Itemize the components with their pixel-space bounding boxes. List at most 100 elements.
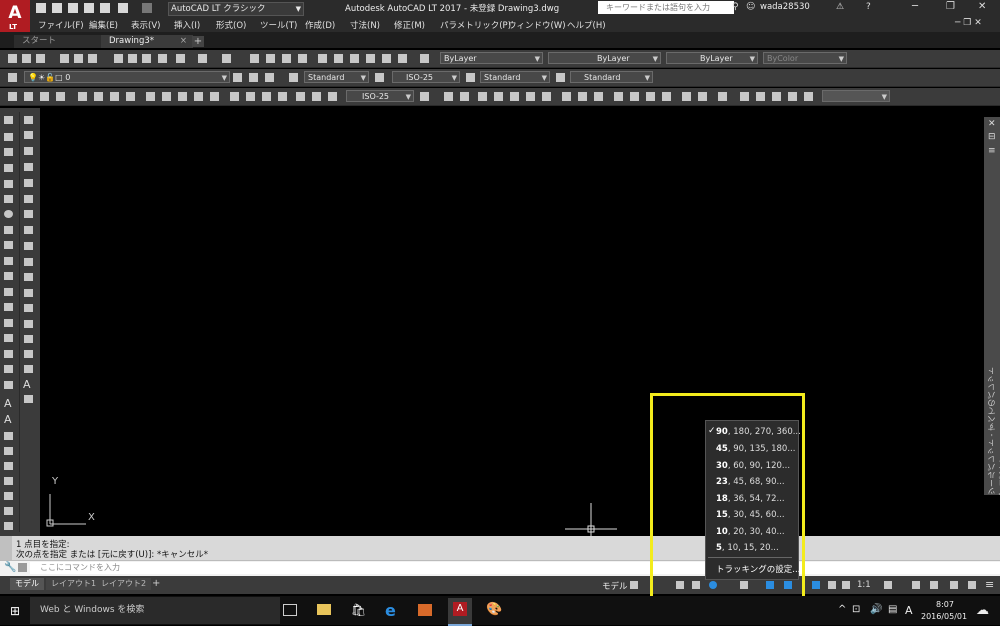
edge-icon[interactable]: e bbox=[385, 601, 396, 620]
snap-nearest-icon[interactable] bbox=[682, 92, 691, 101]
line-icon[interactable] bbox=[4, 116, 13, 124]
monitor-icon[interactable] bbox=[968, 581, 976, 589]
scale-icon[interactable] bbox=[24, 226, 33, 234]
dim-style-manager-icon[interactable] bbox=[420, 92, 429, 101]
ordinate-dim-icon[interactable] bbox=[56, 92, 65, 101]
menu-format[interactable]: 形式(O) bbox=[216, 19, 246, 31]
palette-close-icon[interactable]: ✕ bbox=[988, 119, 996, 129]
layer-control[interactable]: 💡☀🔓□ 0 ▼ bbox=[24, 71, 230, 83]
layer-previous-icon[interactable] bbox=[249, 73, 258, 82]
annotation-scale-value[interactable]: 1:1 bbox=[857, 580, 871, 590]
zoom-window-icon[interactable] bbox=[282, 54, 291, 63]
menu-insert[interactable]: 挿入(I) bbox=[174, 19, 200, 31]
minimize-icon[interactable]: ─ bbox=[912, 1, 918, 12]
menu-modify[interactable]: 修正(M) bbox=[394, 19, 425, 31]
find-icon[interactable] bbox=[4, 447, 13, 455]
zoom-previous-icon[interactable] bbox=[298, 54, 307, 63]
menu-parametric[interactable]: パラメトリック(P) bbox=[440, 19, 511, 31]
explode-icon[interactable] bbox=[24, 365, 33, 373]
insert-block-icon[interactable] bbox=[4, 288, 13, 296]
mleader-style-icon[interactable] bbox=[556, 73, 565, 82]
break-at-point-icon[interactable] bbox=[24, 289, 33, 297]
menu-edit[interactable]: 編集(E) bbox=[89, 19, 118, 31]
baseline-dim-icon[interactable] bbox=[162, 92, 171, 101]
annotation-scale-icon[interactable] bbox=[842, 581, 850, 589]
table-icon[interactable] bbox=[4, 381, 13, 389]
justify-text-icon[interactable] bbox=[4, 507, 13, 515]
recent-commands-icon[interactable] bbox=[18, 563, 27, 572]
leader-icon[interactable] bbox=[24, 395, 33, 403]
menu-draw[interactable]: 作成(D) bbox=[305, 19, 335, 31]
isolate-icon[interactable] bbox=[930, 581, 938, 589]
region-icon[interactable] bbox=[4, 365, 13, 373]
hatch-icon[interactable] bbox=[4, 334, 13, 342]
media-player-icon[interactable] bbox=[418, 604, 432, 616]
binoculars-icon[interactable]: ⚲ bbox=[732, 2, 739, 12]
command-input[interactable]: ここにコマンドを入力 bbox=[30, 562, 1000, 574]
layout-tab-model[interactable]: モデル bbox=[10, 578, 44, 590]
spell-check-icon[interactable] bbox=[4, 462, 13, 470]
palette-properties-icon[interactable]: ≡ bbox=[988, 146, 996, 156]
tab-start[interactable]: スタート bbox=[14, 35, 106, 48]
zoom-realtime-icon[interactable] bbox=[266, 54, 275, 63]
polyline-icon[interactable] bbox=[4, 148, 13, 156]
snap-quadrant-icon[interactable] bbox=[578, 92, 587, 101]
snap-apparent-icon[interactable] bbox=[526, 92, 535, 101]
move-icon[interactable] bbox=[24, 195, 33, 203]
redo-icon[interactable] bbox=[142, 3, 152, 13]
temp-track-icon[interactable] bbox=[444, 92, 453, 101]
jogged-dim-icon[interactable] bbox=[94, 92, 103, 101]
make-block-icon[interactable] bbox=[4, 303, 13, 311]
add-layout-button[interactable]: + bbox=[152, 578, 160, 589]
arc-length-icon[interactable] bbox=[40, 92, 49, 101]
store-icon[interactable]: 🛍 bbox=[351, 603, 366, 617]
snap-tangent-icon[interactable] bbox=[594, 92, 603, 101]
cut-icon[interactable] bbox=[114, 54, 123, 63]
break-icon[interactable] bbox=[24, 304, 33, 312]
clean-screen-icon[interactable] bbox=[950, 581, 958, 589]
autocad-taskbar-icon[interactable]: A bbox=[448, 598, 472, 626]
mtext-icon[interactable]: A bbox=[4, 397, 12, 410]
lineweight-control[interactable]: ByLayer ▼ bbox=[666, 52, 758, 64]
block-editor-icon[interactable] bbox=[176, 54, 185, 63]
revcloud-icon[interactable] bbox=[4, 226, 13, 234]
make-current-layer-icon[interactable] bbox=[233, 73, 242, 82]
offset-icon[interactable] bbox=[24, 163, 33, 171]
user-name[interactable]: wada28530 bbox=[760, 2, 810, 12]
snap-perpendicular-icon[interactable] bbox=[614, 92, 623, 101]
dim-text-edit-icon[interactable] bbox=[312, 92, 321, 101]
chamfer-icon[interactable] bbox=[24, 335, 33, 343]
join-icon[interactable] bbox=[24, 320, 33, 328]
volume-icon[interactable]: 🔊 bbox=[870, 604, 882, 615]
restore-icon[interactable]: ❐ bbox=[946, 1, 955, 12]
array-icon[interactable] bbox=[24, 179, 33, 187]
empty-dropdown[interactable]: ▼ bbox=[822, 90, 890, 102]
center-mark-icon[interactable] bbox=[246, 92, 255, 101]
plotstyle-control[interactable]: ByColor ▼ bbox=[763, 52, 847, 64]
taskbar-search-box[interactable]: Web と Windows を検索 bbox=[30, 597, 280, 624]
rotate-icon[interactable] bbox=[24, 210, 33, 218]
linear-dim-icon[interactable] bbox=[8, 92, 17, 101]
menu-file[interactable]: ファイル(F) bbox=[38, 19, 84, 31]
aligned-dim-icon[interactable] bbox=[24, 92, 33, 101]
construction-line-icon[interactable] bbox=[4, 133, 13, 141]
tool-palettes-icon[interactable] bbox=[350, 54, 359, 63]
autoscale-icon[interactable] bbox=[828, 581, 836, 589]
exchange-icon[interactable]: ⚠ bbox=[836, 2, 844, 12]
snap-midpoint-icon[interactable] bbox=[494, 92, 503, 101]
text-style-icon[interactable] bbox=[289, 73, 298, 82]
application-menu-button[interactable]: A LT bbox=[0, 0, 30, 34]
mleader-style-control[interactable]: Standard ▼ bbox=[570, 71, 653, 83]
markup-icon[interactable] bbox=[382, 54, 391, 63]
help-icon[interactable]: ? bbox=[866, 2, 871, 12]
properties-icon[interactable] bbox=[318, 54, 327, 63]
snap-from-icon[interactable] bbox=[460, 92, 469, 101]
dim-space-icon[interactable] bbox=[194, 92, 203, 101]
circle-icon[interactable] bbox=[4, 210, 13, 218]
fillet-icon[interactable] bbox=[24, 350, 33, 358]
draworder-below-icon[interactable] bbox=[788, 92, 797, 101]
user-icon[interactable]: ☺ bbox=[746, 2, 755, 12]
publish-icon[interactable] bbox=[88, 54, 97, 63]
plus-icon[interactable] bbox=[912, 581, 920, 589]
text-front-icon[interactable] bbox=[804, 92, 813, 101]
